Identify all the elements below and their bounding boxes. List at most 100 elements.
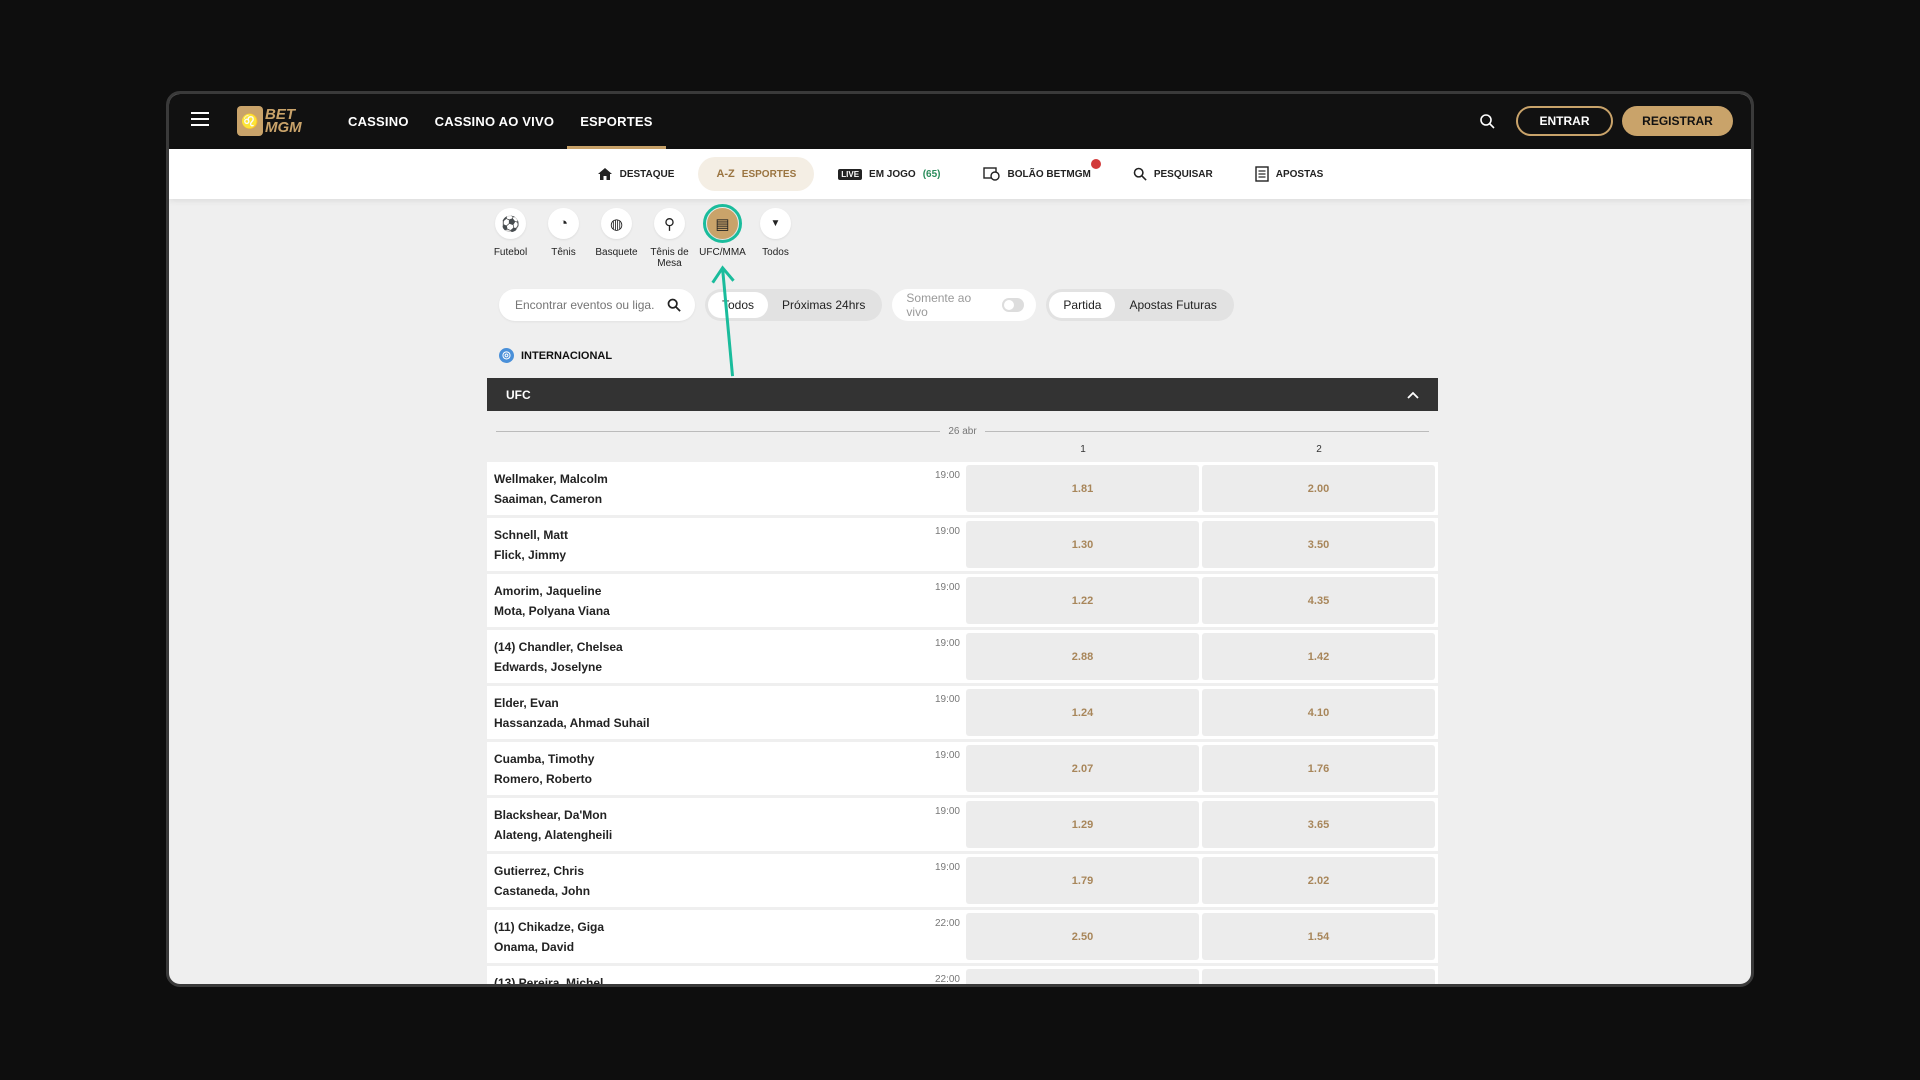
odd-button-1[interactable]: 2.50 [966, 913, 1199, 960]
globe-icon: ◎ [499, 348, 514, 363]
league-header[interactable]: UFC [487, 378, 1438, 411]
sport-todos[interactable]: ▼ Todos [754, 208, 797, 269]
match-row[interactable]: (14) Chandler, Chelsea Edwards, Joselyne … [487, 630, 1438, 683]
match-row[interactable]: Amorim, Jaqueline Mota, Polyana Viana 19:… [487, 574, 1438, 627]
fighter-1: Blackshear, Da'Mon [494, 808, 607, 822]
odd-button-2[interactable]: 4.35 [1202, 577, 1435, 624]
toggle-switch[interactable] [1001, 298, 1025, 312]
tab-pesquisar[interactable]: PESQUISAR [1115, 157, 1231, 191]
odd-button-1[interactable]: 1.30 [966, 521, 1199, 568]
nav-cassino-ao-vivo[interactable]: CASSINO AO VIVO [422, 94, 568, 149]
register-button[interactable]: REGISTRAR [1622, 106, 1733, 136]
odd-button-1[interactable]: 1.79 [966, 857, 1199, 904]
tab-bolao[interactable]: BOLÃO BETMGM [965, 157, 1109, 191]
sport-selector: ⚽ Futebol ◔ Tênis ◍ Basquete ⚲ Tênis de … [489, 204, 797, 269]
match-row[interactable]: Schnell, Matt Flick, Jimmy 19:00 1.30 3.50 [487, 518, 1438, 571]
match-time: 19:00 [934, 694, 960, 705]
match-time: 19:00 [934, 582, 960, 593]
market-filter: Partida Apostas Futuras [1046, 289, 1234, 321]
match-row[interactable]: Wellmaker, Malcolm Saaiman, Cameron 19:00… [487, 462, 1438, 515]
match-time: 19:00 [934, 862, 960, 873]
event-search[interactable] [499, 289, 695, 321]
basketball-icon: ◍ [601, 208, 632, 239]
fighter-1: Amorim, Jaqueline [494, 584, 602, 598]
tab-esportes[interactable]: A-Z ESPORTES [698, 157, 815, 191]
odd-button-1[interactable]: 1.24 [966, 689, 1199, 736]
odd-button-1[interactable]: 1.29 [966, 801, 1199, 848]
soccer-ball-icon: ⚽ [495, 208, 526, 239]
match-row[interactable]: (11) Chikadze, Giga Onama, David 22:00 2.… [487, 910, 1438, 963]
tab-apostas[interactable]: APOSTAS [1237, 157, 1342, 191]
fighter-1: Gutierrez, Chris [494, 864, 585, 878]
sport-ufc-mma[interactable]: ▤ UFC/MMA [699, 204, 746, 269]
sport-label: UFC/MMA [699, 247, 746, 258]
search-icon[interactable] [1479, 113, 1495, 129]
event-search-input[interactable] [513, 297, 657, 313]
filter-proximas-24hrs[interactable]: Próximas 24hrs [768, 292, 879, 318]
match-list: Wellmaker, Malcolm Saaiman, Cameron 19:00… [487, 462, 1438, 987]
live-only-toggle[interactable]: Somente ao vivo [892, 289, 1037, 321]
fighter-2: Alateng, Alatengheili [494, 828, 613, 842]
login-button[interactable]: ENTRAR [1516, 106, 1613, 136]
fighter-2: Onama, David [494, 940, 575, 954]
sport-tenis[interactable]: ◔ Tênis [542, 208, 585, 269]
sport-tenis-de-mesa[interactable]: ⚲ Tênis de Mesa [648, 208, 691, 269]
odd-button-2[interactable]: 3.50 [1202, 521, 1435, 568]
odd-button-2[interactable]: 1.76 [1202, 745, 1435, 792]
odd-button-2[interactable]: 4.10 [1202, 689, 1435, 736]
match-row[interactable]: Gutierrez, Chris Castaneda, John 19:00 1.… [487, 854, 1438, 907]
hamburger-menu-icon[interactable] [191, 112, 209, 126]
odd-button-2[interactable]: 3.65 [1202, 801, 1435, 848]
ticket-ball-icon [982, 167, 1000, 181]
sport-futebol[interactable]: ⚽ Futebol [489, 208, 532, 269]
fighter-1: Cuamba, Timothy [494, 752, 595, 766]
filter-todos[interactable]: Todos [708, 292, 769, 318]
odd-button-1[interactable]: 1.81 [966, 465, 1199, 512]
sport-label: Todos [762, 247, 789, 258]
odd-button-2[interactable]: 1.54 [1202, 913, 1435, 960]
fighter-2: Edwards, Joselyne [494, 660, 603, 674]
odd-button-2[interactable]: 1.42 [1202, 633, 1435, 680]
sport-label: Tênis de Mesa [650, 247, 689, 269]
odd-button-2[interactable] [1202, 969, 1435, 984]
search-icon[interactable] [667, 298, 681, 312]
live-icon: LIVE [838, 168, 863, 180]
chevron-down-icon: ▼ [760, 208, 791, 239]
odd-button-1[interactable] [966, 969, 1199, 984]
nav-esportes[interactable]: ESPORTES [567, 94, 667, 149]
live-count-badge: (65) [922, 168, 941, 180]
tab-bolao-label: BOLÃO BETMGM [1007, 168, 1091, 180]
betmgm-logo[interactable]: ♌ BET MGM [237, 105, 302, 137]
league-title: UFC [506, 387, 531, 402]
tab-em-jogo[interactable]: LIVE EM JOGO (65) [820, 157, 958, 191]
ufc-mma-icon: ▤ [703, 204, 742, 243]
sport-basquete[interactable]: ◍ Basquete [595, 208, 638, 269]
fighter-2: Saaiman, Cameron [494, 492, 603, 506]
notification-dot [1090, 159, 1101, 169]
odd-button-2[interactable]: 2.00 [1202, 465, 1435, 512]
odd-button-2[interactable]: 2.02 [1202, 857, 1435, 904]
tab-destaque-label: DESTAQUE [619, 168, 675, 180]
fighter-1: (13) Pereira, Michel [494, 976, 604, 987]
filter-apostas-futuras[interactable]: Apostas Futuras [1115, 292, 1230, 318]
column-2-header: 2 [1316, 444, 1322, 455]
match-row[interactable]: (13) Pereira, Michel 22:00 [487, 966, 1438, 987]
match-time: 19:00 [934, 750, 960, 761]
nav-cassino[interactable]: CASSINO [335, 94, 422, 149]
tab-destaque[interactable]: DESTAQUE [579, 157, 693, 191]
filter-partida[interactable]: Partida [1049, 292, 1116, 318]
search-icon [1133, 167, 1147, 181]
fighter-2: Romero, Roberto [494, 772, 593, 786]
odd-button-1[interactable]: 1.22 [966, 577, 1199, 624]
odd-button-1[interactable]: 2.07 [966, 745, 1199, 792]
match-row[interactable]: Elder, Evan Hassanzada, Ahmad Suhail 19:0… [487, 686, 1438, 739]
match-row[interactable]: Blackshear, Da'Mon Alateng, Alatengheili … [487, 798, 1438, 851]
table-tennis-icon: ⚲ [654, 208, 685, 239]
column-1-header: 1 [1080, 444, 1086, 455]
date-separator: 26 abr [496, 425, 1430, 437]
chevron-up-icon[interactable] [1407, 391, 1419, 399]
match-row[interactable]: Cuamba, Timothy Romero, Roberto 19:00 2.0… [487, 742, 1438, 795]
date-label: 26 abr [948, 425, 977, 437]
region-header[interactable]: ◎ INTERNACIONAL [499, 348, 612, 363]
odd-button-1[interactable]: 2.88 [966, 633, 1199, 680]
